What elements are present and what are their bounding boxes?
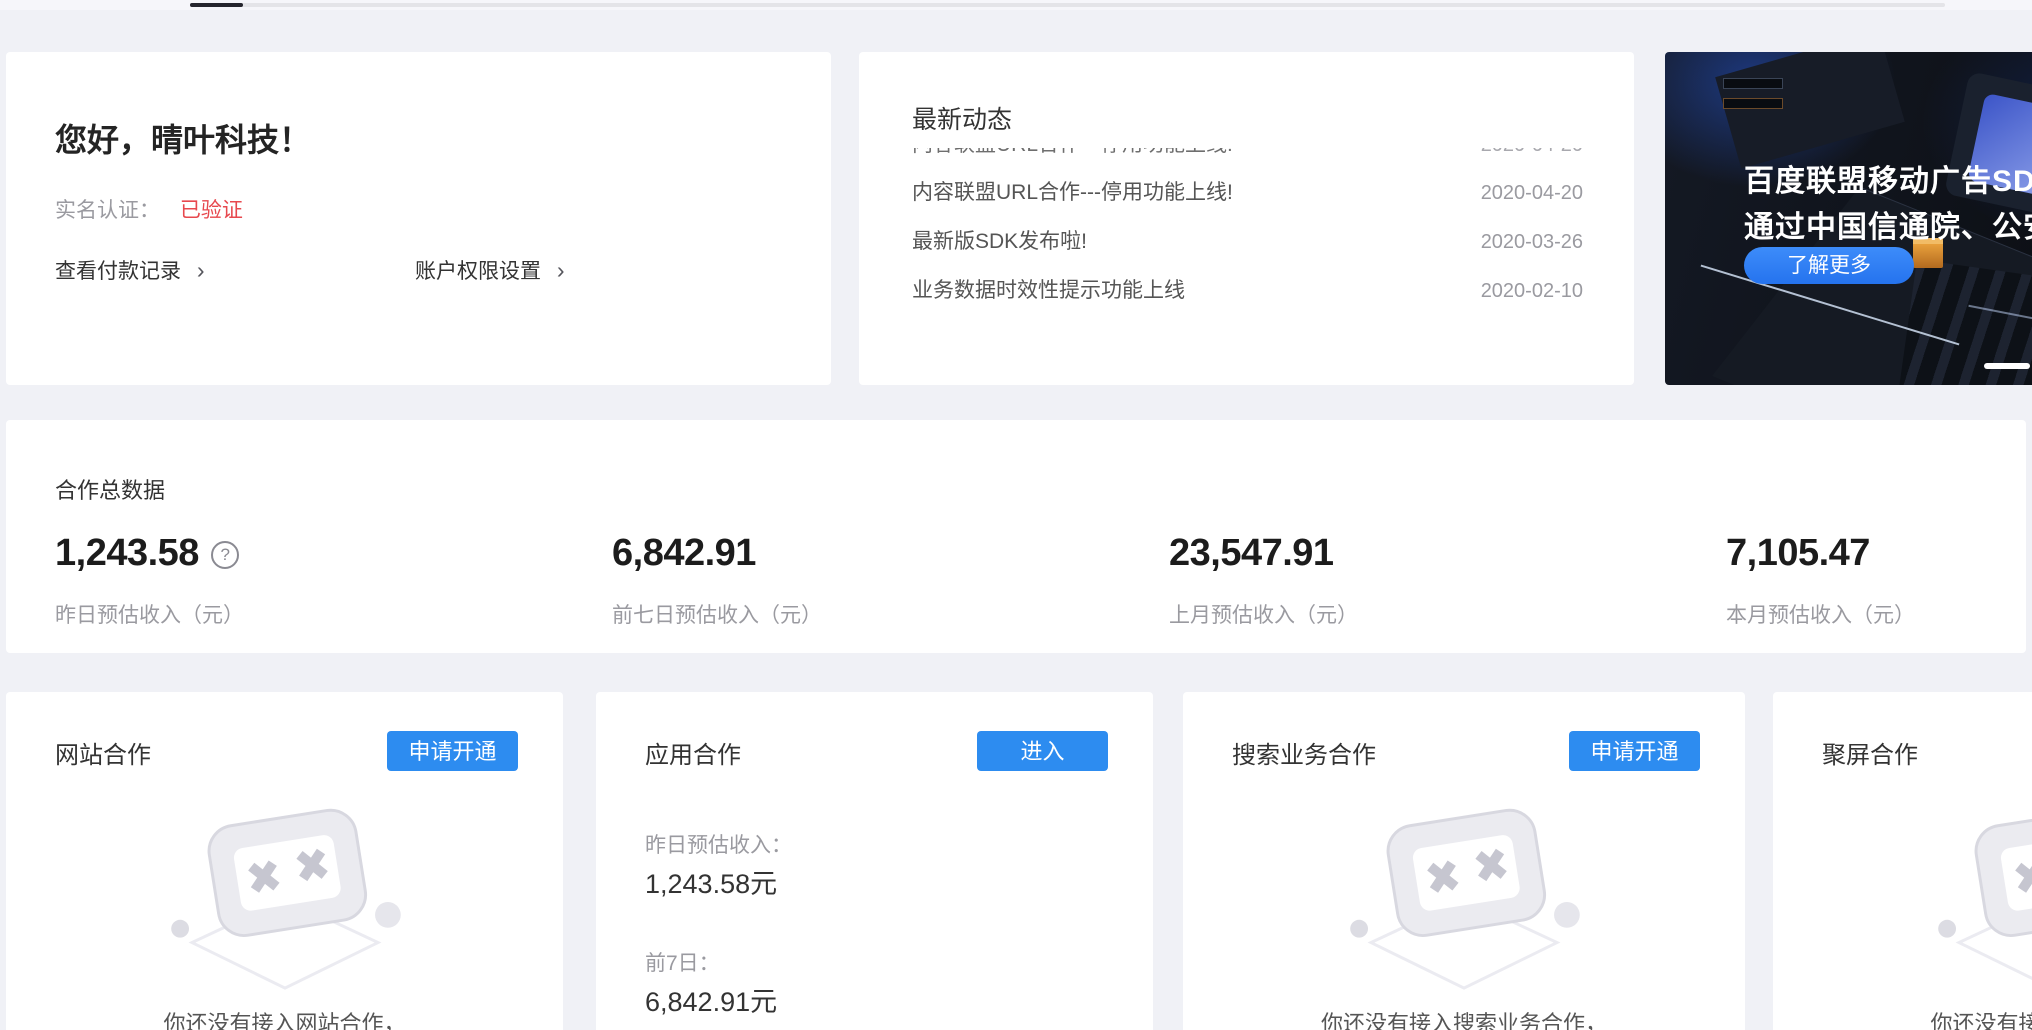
search-coop-card: 搜索业务合作 申请开通 你还没有接入搜索业务合作， (1183, 692, 1745, 1030)
news-item-title: 最新版SDK发布啦! (912, 225, 1087, 255)
payment-records-link[interactable]: 查看付款记录 › (55, 255, 205, 285)
apply-open-button[interactable]: 申请开通 (387, 731, 518, 771)
stats-section-title: 合作总数据 (55, 473, 165, 505)
chevron-right-icon: › (197, 257, 205, 283)
help-icon[interactable]: ? (211, 541, 239, 569)
stat-last7days: 6,842.91 前七日预估收入（元） (612, 532, 1169, 629)
stat-value: 23,547.91 (1169, 532, 1726, 575)
apply-open-button[interactable]: 申请开通 (1569, 731, 1700, 771)
banner-cta-button[interactable]: 了解更多 (1744, 247, 1914, 284)
stat-label: 本月预估收入（元） (1726, 599, 2032, 629)
coop-card-title: 网站合作 (55, 735, 151, 770)
stats-row: 1,243.58? 昨日预估收入（元） 6,842.91 前七日预估收入（元） … (55, 532, 2032, 629)
app-last7-value: 6,842.91元 (645, 980, 777, 1019)
account-permission-link[interactable]: 账户权限设置 › (415, 255, 565, 285)
auth-row: 实名认证： 已验证 (55, 194, 243, 224)
app-last7-label: 前7日： (645, 947, 720, 977)
empty-state-illustration (1927, 808, 2032, 1001)
banner-art-slot (1723, 78, 1783, 89)
empty-state-text: 你还没有接入聚屏合作， (1773, 1006, 2032, 1030)
juping-coop-card: 聚屏合作 申请开通 你还没有接入聚屏合作， (1773, 692, 2032, 1030)
empty-tv-illustration (160, 808, 410, 996)
top-progress-track[interactable] (190, 3, 1945, 7)
coop-card-title: 聚屏合作 (1822, 735, 1918, 770)
app-yesterday-label: 昨日预估收入： (645, 829, 792, 859)
payment-records-label: 查看付款记录 (55, 260, 181, 283)
news-item-title: 业务数据时效性提示功能上线 (912, 274, 1185, 304)
stat-value: 6,842.91 (612, 532, 1169, 575)
chevron-right-icon: › (557, 257, 565, 283)
banner-art-slot (1723, 98, 1783, 109)
top-progress-handle[interactable] (190, 3, 243, 7)
stat-value: 7,105.47 (1726, 532, 2032, 575)
dashboard-page: 您好，晴叶科技！ 实名认证： 已验证 查看付款记录 › 账户权限设置 › 最新动… (0, 0, 2032, 1030)
news-item-date: 2020-04-20 (1481, 182, 1583, 205)
news-card-title: 最新动态 (912, 100, 1012, 136)
carousel-indicator[interactable] (1984, 363, 2030, 369)
total-stats-card: 合作总数据 1,243.58? 昨日预估收入（元） 6,842.91 前七日预估… (6, 420, 2026, 653)
empty-state-illustration (160, 808, 410, 1001)
website-coop-card: 网站合作 申请开通 你还没有接入网站合作， (6, 692, 563, 1030)
empty-state-illustration (1339, 808, 1589, 1001)
news-partial-title: 内容联盟URL合作---停用功能上线! (912, 148, 1233, 158)
stat-label: 上月预估收入（元） (1169, 599, 1726, 629)
news-item[interactable]: 内容联盟URL合作---停用功能上线! 2020-04-20 (912, 176, 1583, 206)
greeting-card: 您好，晴叶科技！ 实名认证： 已验证 查看付款记录 › 账户权限设置 › (6, 52, 831, 385)
stat-number: 1,243.58 (55, 532, 199, 574)
stat-value: 1,243.58? (55, 532, 612, 575)
empty-tv-illustration (1339, 808, 1589, 996)
page-title: 您好，晴叶科技！ (55, 115, 311, 161)
stat-lastmonth: 23,547.91 上月预估收入（元） (1169, 532, 1726, 629)
news-item-partial: 内容联盟URL合作---停用功能上线! 2020-04-20 (912, 148, 1583, 160)
news-item[interactable]: 最新版SDK发布啦! 2020-03-26 (912, 225, 1583, 255)
news-item-date: 2020-03-26 (1481, 231, 1583, 254)
empty-tv-illustration (1927, 808, 2032, 996)
promo-banner[interactable]: 百度联盟移动广告SDK 通过中国信通院、公安 了解更多 (1665, 52, 2032, 385)
app-yesterday-value: 1,243.58元 (645, 862, 777, 901)
stat-label: 昨日预估收入（元） (55, 599, 612, 629)
news-item[interactable]: 业务数据时效性提示功能上线 2020-02-10 (912, 274, 1583, 304)
coop-card-title: 搜索业务合作 (1232, 735, 1376, 770)
stat-thismonth: 7,105.47 本月预估收入（元） (1726, 532, 2032, 629)
banner-art-server-panel (1715, 52, 1905, 169)
stat-label: 前七日预估收入（元） (612, 599, 1169, 629)
coop-card-title: 应用合作 (645, 735, 741, 770)
empty-state-text: 你还没有接入搜索业务合作， (1183, 1006, 1745, 1030)
banner-headline-line1: 百度联盟移动广告SDK (1744, 156, 2032, 200)
auth-label: 实名认证： (55, 199, 160, 222)
news-partial-date: 2020-04-20 (1481, 148, 1583, 158)
stat-yesterday: 1,243.58? 昨日预估收入（元） (55, 532, 612, 629)
news-item-date: 2020-02-10 (1481, 280, 1583, 303)
enter-button[interactable]: 进入 (977, 731, 1108, 771)
account-permission-label: 账户权限设置 (415, 260, 541, 283)
banner-headline-line2: 通过中国信通院、公安 (1744, 202, 2032, 246)
app-coop-card: 应用合作 进入 昨日预估收入： 1,243.58元 前7日： 6,842.91元 (596, 692, 1153, 1030)
news-card: 最新动态 内容联盟URL合作---停用功能上线! 2020-04-20 内容联盟… (859, 52, 1634, 385)
news-item-title: 内容联盟URL合作---停用功能上线! (912, 176, 1233, 206)
auth-status-badge: 已验证 (180, 199, 243, 222)
empty-state-text: 你还没有接入网站合作， (6, 1006, 563, 1030)
